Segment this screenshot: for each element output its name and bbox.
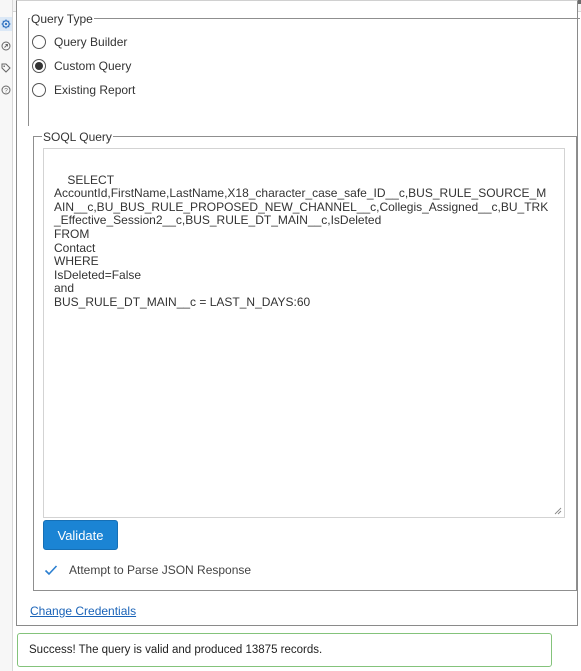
status-message-box: Success! The query is valid and produced… [17, 633, 552, 667]
info-circle-icon [1, 41, 11, 51]
resize-grip-icon[interactable] [554, 507, 562, 515]
svg-text:?: ? [4, 87, 8, 94]
query-type-border-top [28, 18, 580, 19]
validate-button[interactable]: Validate [43, 520, 118, 550]
soql-query-text: SELECT AccountId,FirstName,LastName,X18_… [54, 172, 549, 309]
radio-circle[interactable] [32, 35, 46, 49]
rail-tab-configuration[interactable] [0, 17, 12, 31]
tag-icon [1, 63, 11, 73]
radio-label: Custom Query [54, 59, 132, 73]
soql-query-textarea[interactable]: SELECT AccountId,FirstName,LastName,X18_… [43, 148, 565, 518]
gear-icon [1, 19, 11, 29]
radio-existing-report[interactable]: Existing Report [32, 81, 135, 99]
radio-circle[interactable] [32, 83, 46, 97]
checkmark-icon[interactable] [43, 562, 59, 578]
config-icon-rail: ? [0, 0, 13, 671]
rail-tab-help[interactable]: ? [0, 83, 12, 97]
change-credentials-link[interactable]: Change Credentials [30, 604, 136, 618]
radio-custom-query[interactable]: Custom Query [32, 57, 131, 75]
radio-label: Query Builder [54, 35, 128, 49]
help-icon: ? [1, 85, 11, 95]
radio-label: Existing Report [54, 83, 136, 97]
status-message: Success! The query is valid and produced… [29, 644, 323, 656]
parse-json-checkbox[interactable]: Attempt to Parse JSON Response [43, 561, 251, 579]
query-type-legend: Query Type [30, 12, 94, 26]
rail-tab-annotation[interactable] [0, 39, 12, 53]
radio-query-builder[interactable]: Query Builder [32, 33, 127, 51]
rail-tab-tags[interactable] [0, 61, 12, 75]
radio-circle-selected[interactable] [32, 59, 46, 73]
query-type-border-left [28, 18, 29, 126]
parse-json-label: Attempt to Parse JSON Response [69, 563, 252, 577]
salesforce-input-config: ? Query Type Query Builder Custom Query … [0, 0, 581, 671]
soql-query-legend: SOQL Query [42, 130, 113, 144]
